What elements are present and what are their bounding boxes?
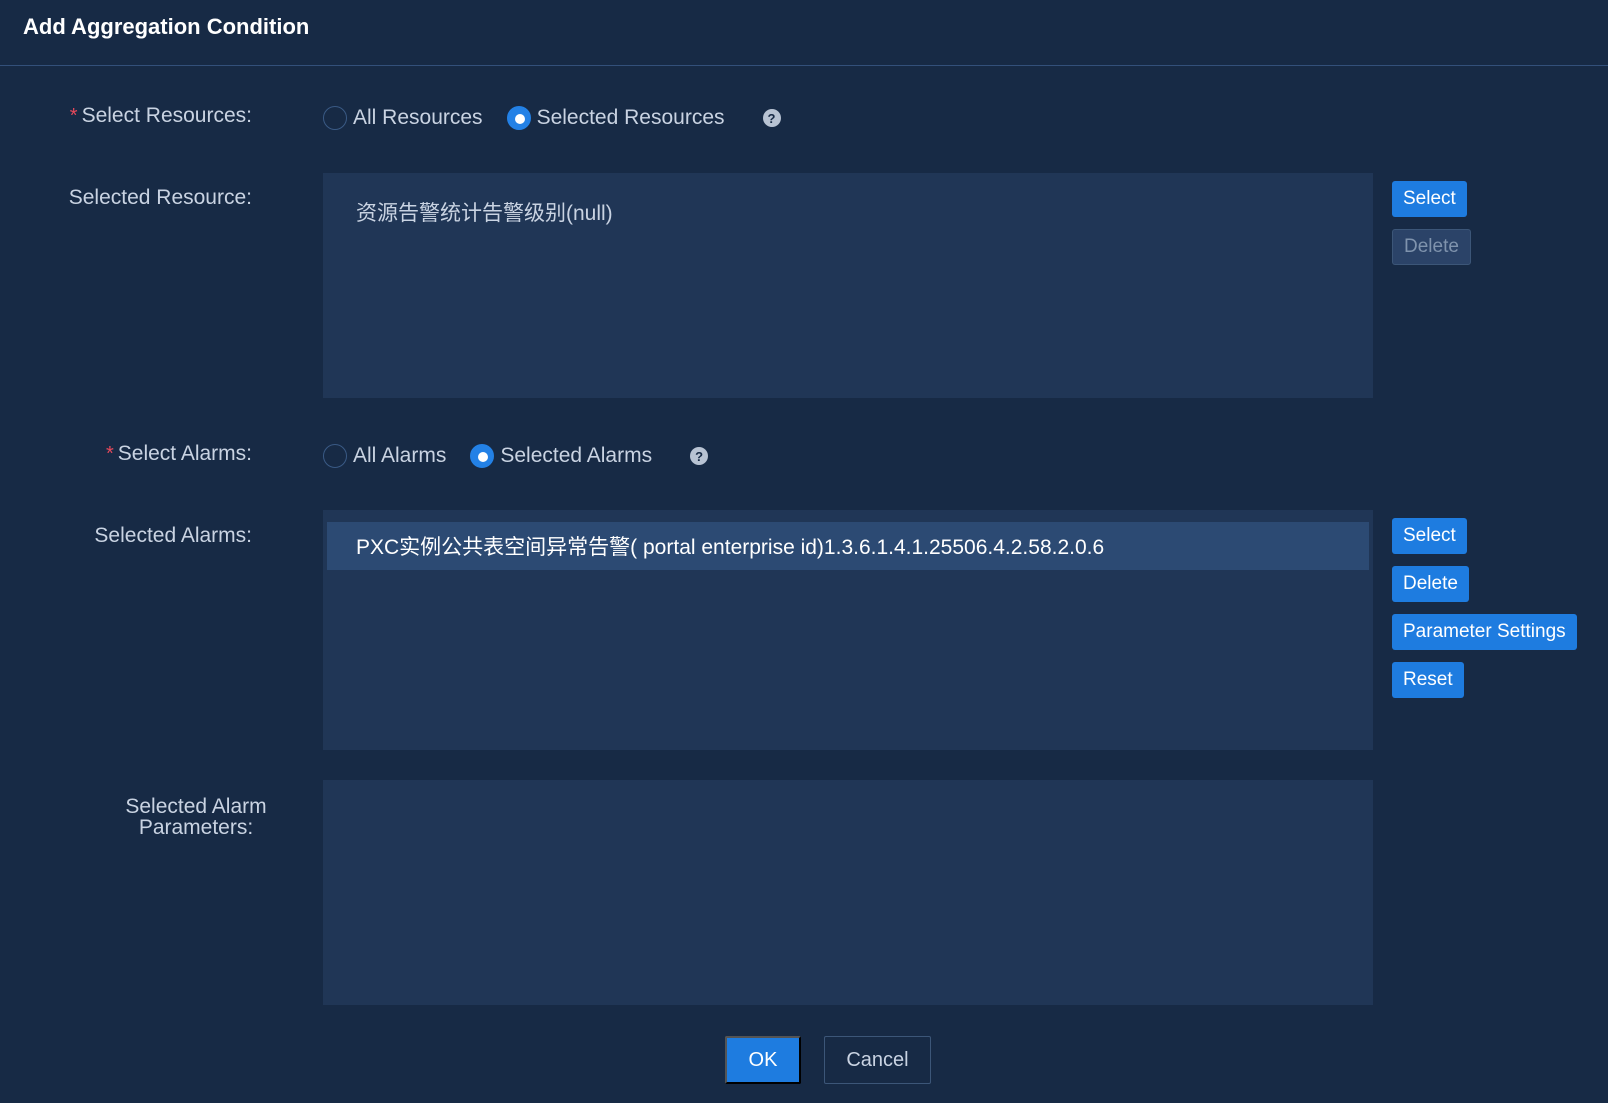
select-resources-radio-group: All Resources Selected Resources ?	[323, 106, 781, 130]
alarm-delete-button[interactable]: Delete	[1392, 566, 1469, 602]
alarm-parameters-label: Selected Alarm Parameters:	[125, 795, 267, 839]
parameter-settings-button[interactable]: Parameter Settings	[1392, 614, 1577, 650]
help-icon[interactable]: ?	[690, 447, 709, 465]
selected-alarms-label: Selected Alarms:	[94, 524, 252, 547]
radio-circle	[470, 444, 495, 468]
help-icon[interactable]: ?	[762, 109, 781, 127]
resource-delete-button[interactable]: Delete	[1392, 229, 1471, 265]
dialog-header: Add Aggregation Condition	[0, 0, 1608, 66]
required-marker: *	[105, 443, 114, 465]
list-item-selected[interactable]: PXC实例公共表空间异常告警( portal enterprise id)1.3…	[327, 522, 1369, 570]
selected-resource-label: Selected Resource:	[68, 186, 252, 209]
resource-select-button[interactable]: Select	[1392, 181, 1467, 217]
select-alarms-radio-group: All Alarms Selected Alarms ?	[323, 444, 709, 468]
reset-button[interactable]: Reset	[1392, 662, 1464, 698]
radio-circle	[323, 106, 347, 130]
radio-circle	[323, 444, 347, 468]
select-alarms-label: * Select Alarms:	[105, 442, 252, 465]
alarm-parameters-list[interactable]	[323, 780, 1373, 1005]
selected-resource-list[interactable]: 资源告警统计告警级别(null)	[323, 173, 1373, 398]
add-aggregation-dialog: Add Aggregation Condition * Select Resour…	[0, 0, 1608, 1103]
dialog-title: Add Aggregation Condition	[23, 14, 310, 39]
select-resources-label: * Select Resources:	[69, 104, 252, 127]
required-marker: *	[69, 105, 78, 127]
cancel-button[interactable]: Cancel	[824, 1036, 931, 1084]
alarm-select-button[interactable]: Select	[1392, 518, 1467, 554]
radio-all-alarms[interactable]: All Alarms	[323, 444, 446, 468]
ok-button[interactable]: OK	[725, 1036, 801, 1084]
selected-alarms-list[interactable]: PXC实例公共表空间异常告警( portal enterprise id)1.3…	[323, 510, 1373, 750]
radio-all-resources[interactable]: All Resources	[323, 106, 483, 130]
radio-circle	[506, 106, 531, 130]
radio-selected-resources[interactable]: Selected Resources	[506, 106, 725, 130]
radio-selected-alarms[interactable]: Selected Alarms	[470, 444, 652, 468]
list-item[interactable]: 资源告警统计告警级别(null)	[356, 197, 613, 227]
